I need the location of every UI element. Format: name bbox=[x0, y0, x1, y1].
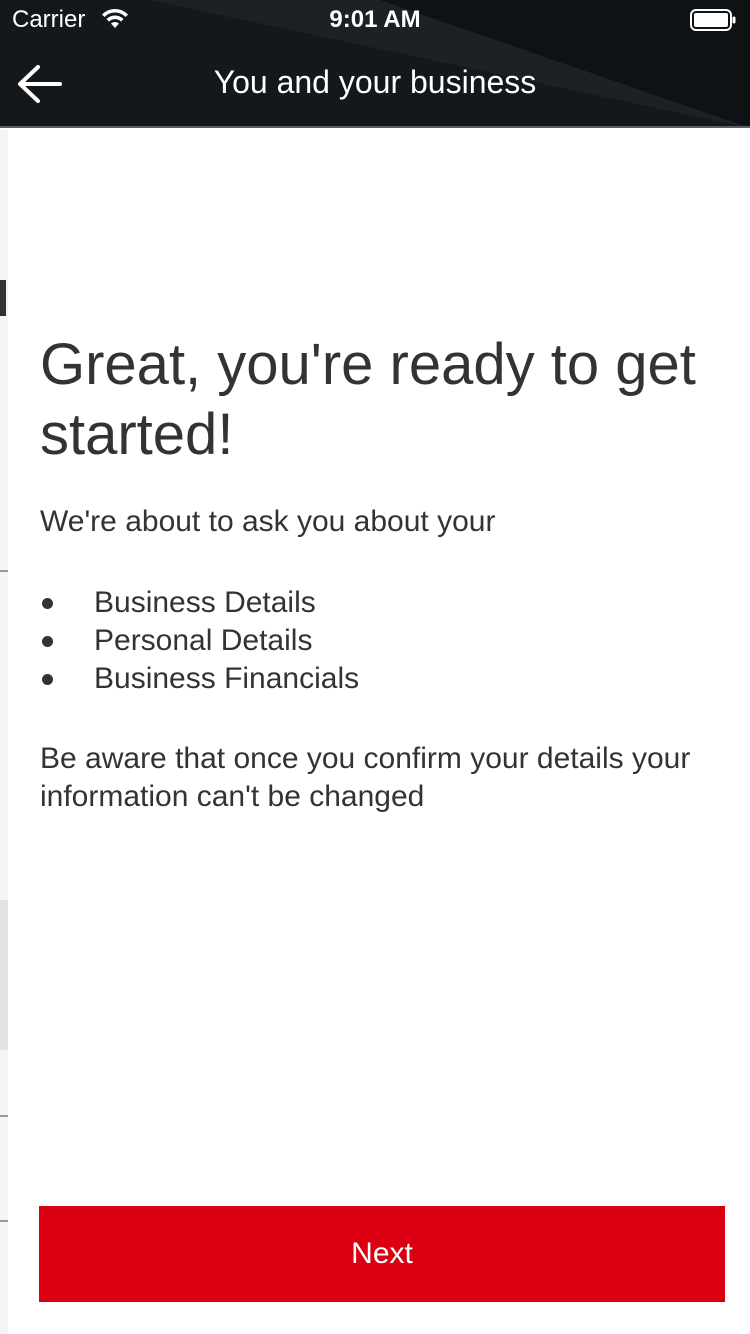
status-bar: Carrier 9:01 AM bbox=[0, 0, 750, 40]
list-item-label: Business Details bbox=[94, 586, 316, 619]
page-title: You and your business bbox=[213, 64, 537, 100]
list-item: Business Details bbox=[40, 584, 359, 622]
underlying-fragment bbox=[0, 570, 8, 572]
status-time: 9:01 AM bbox=[329, 6, 421, 33]
list-item-label: Business Financials bbox=[94, 662, 360, 695]
list-item: Business Financials bbox=[40, 660, 359, 698]
underlying-fragment bbox=[0, 280, 6, 316]
underlying-fragment bbox=[0, 1220, 8, 1222]
list-item: Personal Details bbox=[40, 622, 359, 660]
headline: Great, you're ready to get started! bbox=[40, 332, 696, 467]
bullet-icon bbox=[42, 598, 53, 609]
warning-text: Be aware that once you confirm your deta… bbox=[40, 742, 691, 813]
bullet-icon bbox=[42, 674, 53, 685]
topic-list: Business Details Personal Details Busine… bbox=[40, 584, 359, 698]
underlying-fragment bbox=[0, 1115, 8, 1117]
underlying-fragment bbox=[0, 900, 8, 1050]
next-button[interactable]: Next bbox=[39, 1206, 725, 1302]
underlying-screen-edge bbox=[0, 130, 8, 1334]
list-item-label: Personal Details bbox=[94, 624, 313, 657]
modal-sheet bbox=[8, 130, 750, 1334]
intro-text: We're about to ask you about your bbox=[40, 505, 496, 538]
bullet-icon bbox=[42, 636, 53, 647]
top-bar: Carrier 9:01 AM You and your business bbox=[0, 0, 750, 128]
nav-bar: You and your business bbox=[0, 40, 750, 128]
battery-full-icon bbox=[690, 9, 736, 31]
